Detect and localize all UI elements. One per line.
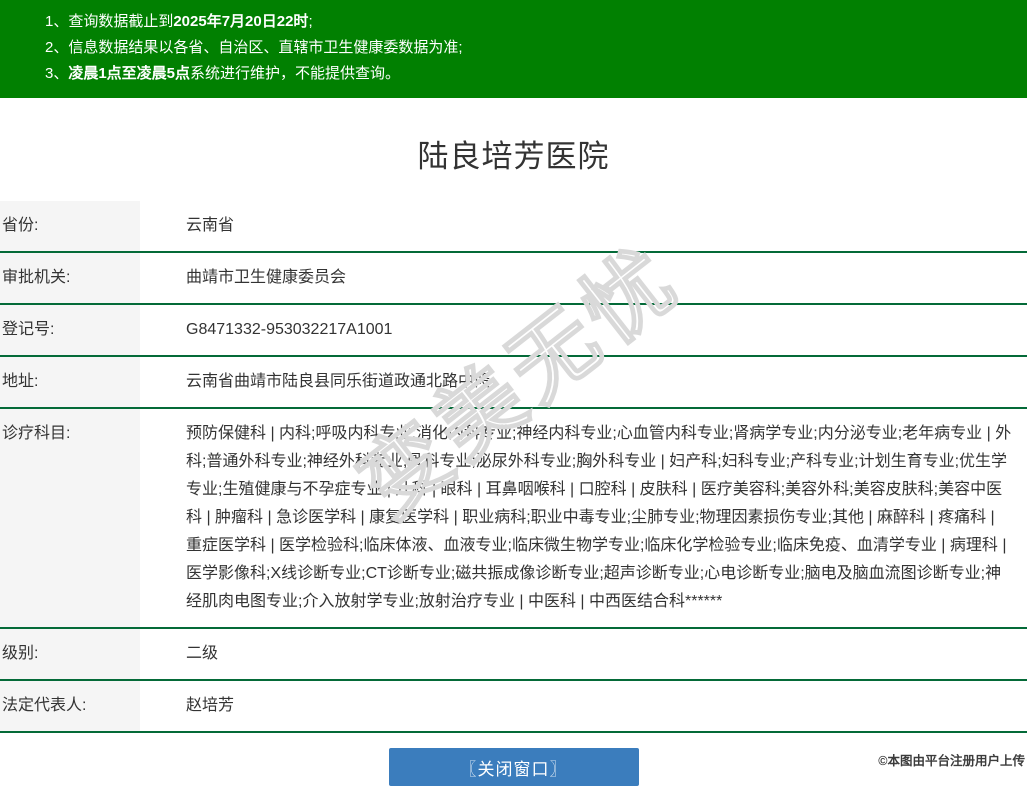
notice-line-3: 3、凌晨1点至凌晨5点系统进行维护，不能提供查询。 [45,61,1007,87]
row-value-medical-subjects: 预防保健科 | 内科;呼吸内科专业;消化内科专业;神经内科专业;心血管内科专业;… [186,425,1012,610]
table-row-registration-number: 登记号: G8471332-953032217A1001 [0,304,1027,356]
notice-3-bold: 凌晨1点至凌晨5点 [68,65,191,82]
row-label-legal-representative: 法定代表人: [0,680,140,732]
notice-line-2: 2、信息数据结果以各省、自治区、直辖市卫生健康委数据为准; [45,35,1007,61]
row-value-approval-authority: 曲靖市卫生健康委员会 [186,269,347,286]
notice-1-bold: 2025年7月20日22时 [173,13,309,30]
row-value-registration-number: G8471332-953032217A1001 [186,321,393,338]
notice-2-text: 2、信息数据结果以各省、自治区、直辖市卫生健康委数据为准; [45,39,463,56]
page-title: 陆良培芳医院 [417,139,610,174]
upload-credit-text: ©本图由平台注册用户上传 [878,754,1025,768]
table-row-approval-authority: 审批机关: 曲靖市卫生健康委员会 [0,252,1027,304]
notice-3-suffix: 系统进行维护，不能提供查询。 [190,65,401,82]
row-label-approval-authority: 审批机关: [0,252,140,304]
row-label-registration-number: 登记号: [0,304,140,356]
row-value-address: 云南省曲靖市陆良县同乐街道政通北路中段 [186,373,491,390]
row-label-level: 级别: [0,628,140,680]
table-row-province: 省份: 云南省 [0,201,1027,252]
notice-1-suffix: ; [308,13,313,30]
row-value-legal-representative: 赵培芳 [186,697,235,714]
close-window-button[interactable]: 〖关闭窗口〗 [388,748,639,786]
row-label-address: 地址: [0,356,140,408]
row-label-medical-subjects: 诊疗科目: [0,408,140,628]
notice-line-1: 1、查询数据截止到2025年7月20日22时; [45,9,1007,35]
row-value-province: 云南省 [186,217,235,234]
table-row-legal-representative: 法定代表人: 赵培芳 [0,680,1027,732]
notice-1-text: 1、查询数据截止到 [45,13,174,30]
table-row-level: 级别: 二级 [0,628,1027,680]
notice-bar: 1、查询数据截止到2025年7月20日22时; 2、信息数据结果以各省、自治区、… [0,0,1027,98]
row-value-level: 二级 [186,645,219,662]
table-row-address: 地址: 云南省曲靖市陆良县同乐街道政通北路中段 [0,356,1027,408]
button-row: 〖关闭窗口〗 [0,748,1027,786]
row-label-province: 省份: [0,201,140,252]
hospital-info-table: 省份: 云南省 审批机关: 曲靖市卫生健康委员会 登记号: G8471332-9… [0,201,1027,733]
table-row-medical-subjects: 诊疗科目: 预防保健科 | 内科;呼吸内科专业;消化内科专业;神经内科专业;心血… [0,408,1027,628]
notice-3-text: 3、 [45,65,69,82]
